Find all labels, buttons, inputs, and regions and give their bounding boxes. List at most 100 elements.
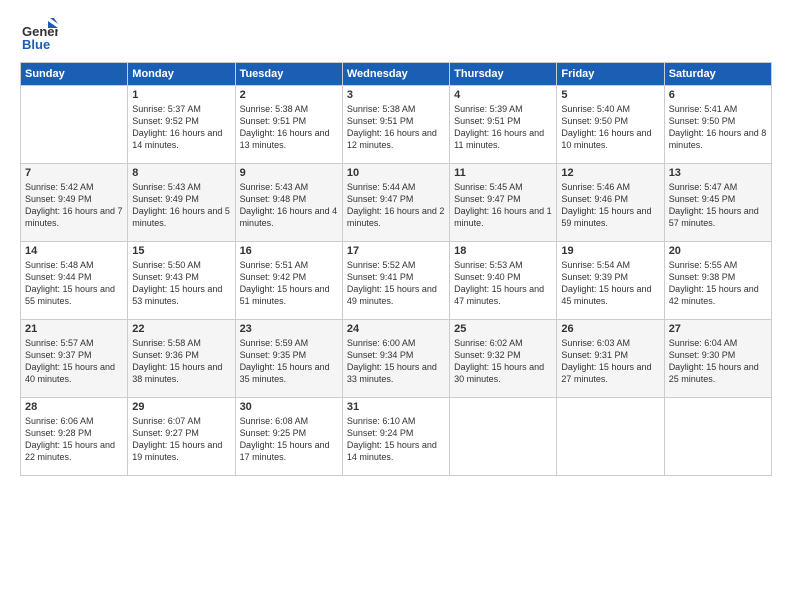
day-number: 29 xyxy=(132,401,230,413)
day-info: Sunrise: 5:40 AMSunset: 9:50 PMDaylight:… xyxy=(561,103,659,152)
day-cell: 24 Sunrise: 6:00 AMSunset: 9:34 PMDaylig… xyxy=(342,320,449,398)
day-number: 22 xyxy=(132,323,230,335)
day-number: 25 xyxy=(454,323,552,335)
day-number: 19 xyxy=(561,245,659,257)
day-cell: 8 Sunrise: 5:43 AMSunset: 9:49 PMDayligh… xyxy=(128,164,235,242)
day-info: Sunrise: 5:42 AMSunset: 9:49 PMDaylight:… xyxy=(25,181,123,230)
day-info: Sunrise: 6:06 AMSunset: 9:28 PMDaylight:… xyxy=(25,415,123,464)
day-cell: 17 Sunrise: 5:52 AMSunset: 9:41 PMDaylig… xyxy=(342,242,449,320)
week-row-4: 21 Sunrise: 5:57 AMSunset: 9:37 PMDaylig… xyxy=(21,320,772,398)
day-cell: 4 Sunrise: 5:39 AMSunset: 9:51 PMDayligh… xyxy=(450,86,557,164)
day-cell: 23 Sunrise: 5:59 AMSunset: 9:35 PMDaylig… xyxy=(235,320,342,398)
day-info: Sunrise: 6:07 AMSunset: 9:27 PMDaylight:… xyxy=(132,415,230,464)
day-number: 3 xyxy=(347,89,445,101)
day-info: Sunrise: 5:38 AMSunset: 9:51 PMDaylight:… xyxy=(240,103,338,152)
col-header-saturday: Saturday xyxy=(664,63,771,86)
day-cell: 14 Sunrise: 5:48 AMSunset: 9:44 PMDaylig… xyxy=(21,242,128,320)
day-info: Sunrise: 5:54 AMSunset: 9:39 PMDaylight:… xyxy=(561,259,659,308)
day-cell: 31 Sunrise: 6:10 AMSunset: 9:24 PMDaylig… xyxy=(342,398,449,476)
day-info: Sunrise: 5:52 AMSunset: 9:41 PMDaylight:… xyxy=(347,259,445,308)
logo-icon: General Blue xyxy=(20,16,58,54)
day-info: Sunrise: 5:38 AMSunset: 9:51 PMDaylight:… xyxy=(347,103,445,152)
day-cell: 22 Sunrise: 5:58 AMSunset: 9:36 PMDaylig… xyxy=(128,320,235,398)
day-number: 18 xyxy=(454,245,552,257)
day-cell xyxy=(450,398,557,476)
day-cell: 29 Sunrise: 6:07 AMSunset: 9:27 PMDaylig… xyxy=(128,398,235,476)
day-info: Sunrise: 6:03 AMSunset: 9:31 PMDaylight:… xyxy=(561,337,659,386)
day-cell: 20 Sunrise: 5:55 AMSunset: 9:38 PMDaylig… xyxy=(664,242,771,320)
day-number: 26 xyxy=(561,323,659,335)
day-number: 24 xyxy=(347,323,445,335)
calendar-table: SundayMondayTuesdayWednesdayThursdayFrid… xyxy=(20,62,772,476)
day-number: 13 xyxy=(669,167,767,179)
day-info: Sunrise: 6:04 AMSunset: 9:30 PMDaylight:… xyxy=(669,337,767,386)
day-cell: 13 Sunrise: 5:47 AMSunset: 9:45 PMDaylig… xyxy=(664,164,771,242)
day-info: Sunrise: 5:55 AMSunset: 9:38 PMDaylight:… xyxy=(669,259,767,308)
day-cell: 27 Sunrise: 6:04 AMSunset: 9:30 PMDaylig… xyxy=(664,320,771,398)
day-cell: 11 Sunrise: 5:45 AMSunset: 9:47 PMDaylig… xyxy=(450,164,557,242)
day-info: Sunrise: 5:46 AMSunset: 9:46 PMDaylight:… xyxy=(561,181,659,230)
day-number: 6 xyxy=(669,89,767,101)
day-number: 1 xyxy=(132,89,230,101)
day-cell: 18 Sunrise: 5:53 AMSunset: 9:40 PMDaylig… xyxy=(450,242,557,320)
day-number: 30 xyxy=(240,401,338,413)
day-cell: 25 Sunrise: 6:02 AMSunset: 9:32 PMDaylig… xyxy=(450,320,557,398)
week-row-3: 14 Sunrise: 5:48 AMSunset: 9:44 PMDaylig… xyxy=(21,242,772,320)
day-number: 11 xyxy=(454,167,552,179)
day-cell: 2 Sunrise: 5:38 AMSunset: 9:51 PMDayligh… xyxy=(235,86,342,164)
day-info: Sunrise: 5:45 AMSunset: 9:47 PMDaylight:… xyxy=(454,181,552,230)
day-number: 12 xyxy=(561,167,659,179)
day-cell: 28 Sunrise: 6:06 AMSunset: 9:28 PMDaylig… xyxy=(21,398,128,476)
day-info: Sunrise: 5:50 AMSunset: 9:43 PMDaylight:… xyxy=(132,259,230,308)
day-info: Sunrise: 6:08 AMSunset: 9:25 PMDaylight:… xyxy=(240,415,338,464)
day-cell: 12 Sunrise: 5:46 AMSunset: 9:46 PMDaylig… xyxy=(557,164,664,242)
day-info: Sunrise: 5:43 AMSunset: 9:48 PMDaylight:… xyxy=(240,181,338,230)
day-cell: 10 Sunrise: 5:44 AMSunset: 9:47 PMDaylig… xyxy=(342,164,449,242)
day-cell: 6 Sunrise: 5:41 AMSunset: 9:50 PMDayligh… xyxy=(664,86,771,164)
day-cell: 16 Sunrise: 5:51 AMSunset: 9:42 PMDaylig… xyxy=(235,242,342,320)
day-number: 23 xyxy=(240,323,338,335)
day-number: 21 xyxy=(25,323,123,335)
day-number: 27 xyxy=(669,323,767,335)
day-number: 9 xyxy=(240,167,338,179)
day-number: 8 xyxy=(132,167,230,179)
day-cell: 9 Sunrise: 5:43 AMSunset: 9:48 PMDayligh… xyxy=(235,164,342,242)
day-number: 14 xyxy=(25,245,123,257)
day-info: Sunrise: 5:44 AMSunset: 9:47 PMDaylight:… xyxy=(347,181,445,230)
day-number: 31 xyxy=(347,401,445,413)
day-info: Sunrise: 5:43 AMSunset: 9:49 PMDaylight:… xyxy=(132,181,230,230)
day-info: Sunrise: 5:48 AMSunset: 9:44 PMDaylight:… xyxy=(25,259,123,308)
col-header-sunday: Sunday xyxy=(21,63,128,86)
col-header-thursday: Thursday xyxy=(450,63,557,86)
day-cell xyxy=(664,398,771,476)
day-number: 4 xyxy=(454,89,552,101)
day-cell: 5 Sunrise: 5:40 AMSunset: 9:50 PMDayligh… xyxy=(557,86,664,164)
calendar-page: General Blue SundayMondayTuesdayWednesda… xyxy=(0,0,792,612)
day-number: 7 xyxy=(25,167,123,179)
day-cell: 7 Sunrise: 5:42 AMSunset: 9:49 PMDayligh… xyxy=(21,164,128,242)
day-number: 20 xyxy=(669,245,767,257)
day-cell: 21 Sunrise: 5:57 AMSunset: 9:37 PMDaylig… xyxy=(21,320,128,398)
col-header-tuesday: Tuesday xyxy=(235,63,342,86)
day-cell: 1 Sunrise: 5:37 AMSunset: 9:52 PMDayligh… xyxy=(128,86,235,164)
day-info: Sunrise: 5:59 AMSunset: 9:35 PMDaylight:… xyxy=(240,337,338,386)
col-header-monday: Monday xyxy=(128,63,235,86)
day-info: Sunrise: 5:39 AMSunset: 9:51 PMDaylight:… xyxy=(454,103,552,152)
day-info: Sunrise: 5:47 AMSunset: 9:45 PMDaylight:… xyxy=(669,181,767,230)
day-cell xyxy=(557,398,664,476)
week-row-1: 1 Sunrise: 5:37 AMSunset: 9:52 PMDayligh… xyxy=(21,86,772,164)
day-info: Sunrise: 5:37 AMSunset: 9:52 PMDaylight:… xyxy=(132,103,230,152)
day-number: 28 xyxy=(25,401,123,413)
day-cell: 3 Sunrise: 5:38 AMSunset: 9:51 PMDayligh… xyxy=(342,86,449,164)
week-row-5: 28 Sunrise: 6:06 AMSunset: 9:28 PMDaylig… xyxy=(21,398,772,476)
day-info: Sunrise: 6:10 AMSunset: 9:24 PMDaylight:… xyxy=(347,415,445,464)
day-cell xyxy=(21,86,128,164)
day-info: Sunrise: 6:00 AMSunset: 9:34 PMDaylight:… xyxy=(347,337,445,386)
day-cell: 19 Sunrise: 5:54 AMSunset: 9:39 PMDaylig… xyxy=(557,242,664,320)
svg-text:Blue: Blue xyxy=(22,37,50,52)
day-info: Sunrise: 5:58 AMSunset: 9:36 PMDaylight:… xyxy=(132,337,230,386)
day-cell: 15 Sunrise: 5:50 AMSunset: 9:43 PMDaylig… xyxy=(128,242,235,320)
day-number: 2 xyxy=(240,89,338,101)
day-number: 5 xyxy=(561,89,659,101)
day-number: 10 xyxy=(347,167,445,179)
